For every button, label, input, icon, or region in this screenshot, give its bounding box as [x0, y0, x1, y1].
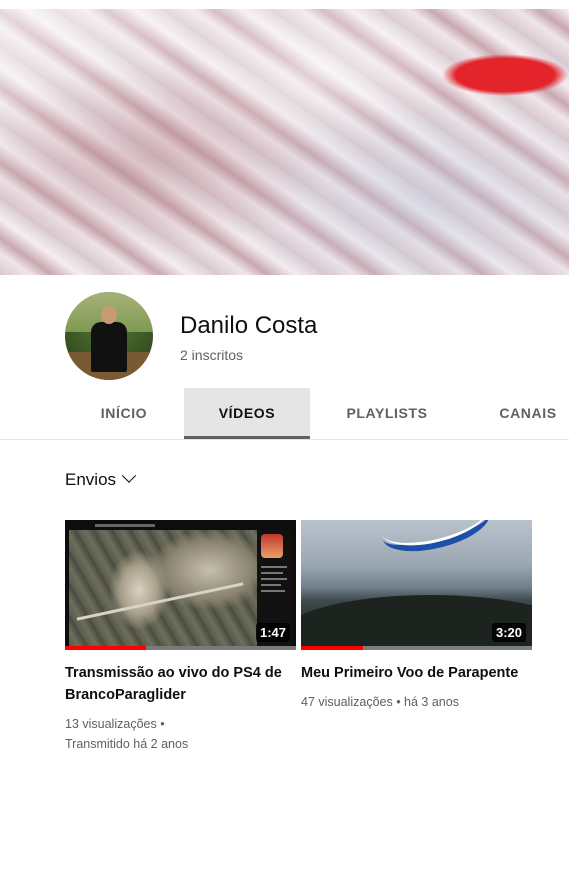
channel-banner — [0, 9, 569, 275]
channel-header: Danilo Costa 2 inscritos — [65, 292, 545, 382]
video-meta: 47 visualizações • há 3 anos — [301, 692, 532, 712]
sort-dropdown[interactable]: Envios — [65, 468, 137, 492]
video-card[interactable]: 3:20 Meu Primeiro Voo de Parapente 47 vi… — [301, 520, 532, 712]
video-title[interactable]: Meu Primeiro Voo de Parapente — [301, 662, 532, 684]
channel-name: Danilo Costa — [180, 312, 318, 339]
tab-playlists[interactable]: PLAYLISTS — [332, 388, 442, 439]
chevron-down-icon — [121, 468, 137, 483]
avatar[interactable] — [65, 292, 153, 380]
upload-age: Transmitido há 2 anos — [65, 737, 189, 751]
upload-age: há 3 anos — [404, 695, 459, 709]
video-meta: 13 visualizações • Transmitido há 2 anos — [65, 714, 296, 754]
sort-label: Envios — [65, 470, 117, 489]
view-count: 47 visualizações — [301, 695, 393, 709]
channel-tabs: INÍCIO VÍDEOS PLAYLISTS CANAIS — [0, 388, 569, 440]
view-count: 13 visualizações — [65, 717, 157, 731]
tab-videos[interactable]: VÍDEOS — [184, 388, 310, 439]
tab-canais[interactable]: CANAIS — [488, 388, 568, 439]
video-card[interactable]: 1:47 Transmissão ao vivo do PS4 de Branc… — [65, 520, 296, 754]
watch-progress-bar — [301, 646, 364, 650]
meta-separator: • — [392, 695, 405, 709]
video-thumbnail[interactable]: 3:20 — [301, 520, 532, 650]
video-duration: 1:47 — [255, 623, 290, 642]
meta-separator: • — [156, 717, 165, 731]
watch-progress-bar — [65, 646, 146, 650]
tab-inicio[interactable]: INÍCIO — [88, 388, 160, 439]
video-thumbnail[interactable]: 1:47 — [65, 520, 296, 650]
video-title[interactable]: Transmissão ao vivo do PS4 de BrancoPara… — [65, 662, 296, 706]
subscriber-count: 2 inscritos — [180, 347, 244, 363]
video-duration: 3:20 — [491, 623, 526, 642]
